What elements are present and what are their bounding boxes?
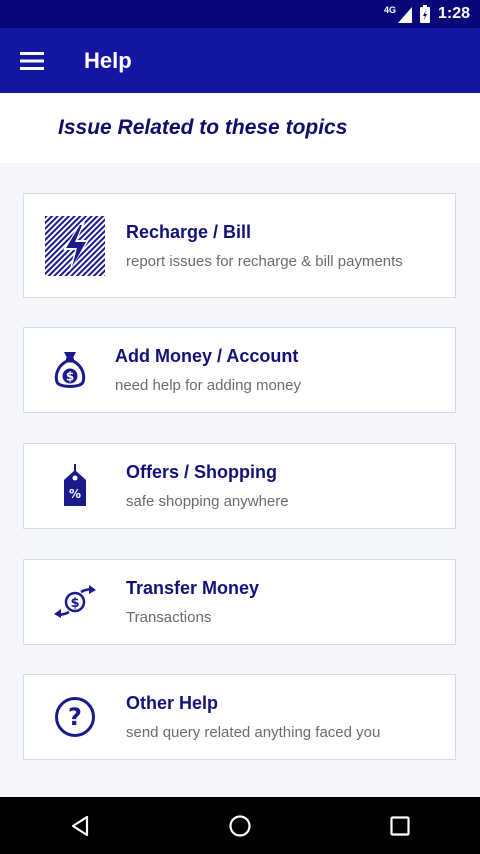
- menu-button[interactable]: [0, 28, 64, 93]
- question-mark-icon: ?: [55, 697, 95, 737]
- svg-text:$: $: [65, 370, 73, 384]
- topic-subtitle: report issues for recharge & bill paymen…: [126, 252, 403, 270]
- svg-text:?: ?: [68, 703, 82, 731]
- hamburger-menu-icon: [20, 51, 44, 70]
- network-type-label: 4G: [383, 5, 396, 15]
- money-bag-icon: $: [54, 352, 85, 388]
- status-time: 1:28: [437, 5, 470, 22]
- topic-subtitle: Transactions: [126, 609, 212, 626]
- topic-title: Recharge / Bill: [126, 221, 252, 242]
- recents-button[interactable]: [370, 797, 430, 854]
- lightning-bolt-icon: [45, 215, 105, 276]
- status-bar: 4G 1:28: [0, 0, 480, 28]
- battery-icon: [419, 5, 430, 23]
- topic-title: Add Money / Account: [115, 346, 299, 366]
- topic-title: Transfer Money: [126, 578, 260, 598]
- topic-card-offers-shopping[interactable]: % Offers / Shopping safe shopping anywhe…: [23, 443, 456, 529]
- back-button[interactable]: [50, 797, 110, 854]
- svg-text:%: %: [69, 487, 81, 501]
- topics-header: Issue Related to these topics: [0, 93, 480, 163]
- topic-subtitle: need help for adding money: [115, 377, 301, 394]
- topic-title: Offers / Shopping: [126, 462, 277, 482]
- svg-text:$: $: [70, 596, 79, 611]
- app-bar: Help: [0, 28, 480, 93]
- topic-title: Other Help: [126, 693, 219, 713]
- topic-card-transfer-money[interactable]: $ Transfer Money Transactions: [23, 559, 456, 645]
- home-icon: [229, 814, 251, 837]
- home-button[interactable]: [210, 797, 270, 854]
- topic-card-add-money[interactable]: $ Add Money / Account need help for addi…: [23, 327, 456, 413]
- signal-icon: [397, 7, 412, 23]
- topic-subtitle: safe shopping anywhere: [126, 493, 289, 510]
- topics-header-text: Issue Related to these topics: [58, 116, 348, 139]
- recents-icon: [390, 815, 410, 836]
- system-nav-bar: [0, 797, 480, 854]
- topic-card-other-help[interactable]: ? Other Help send query related anything…: [23, 674, 456, 760]
- topic-subtitle: send query related anything faced you: [126, 724, 381, 741]
- network-indicator: 4G: [384, 5, 412, 23]
- discount-tag-icon: %: [64, 464, 86, 506]
- topic-card-recharge-bill[interactable]: Recharge / Bill report issues for rechar…: [23, 193, 456, 298]
- money-transfer-icon: $: [54, 585, 96, 618]
- back-icon: [71, 815, 89, 836]
- page-title: Help: [84, 47, 132, 73]
